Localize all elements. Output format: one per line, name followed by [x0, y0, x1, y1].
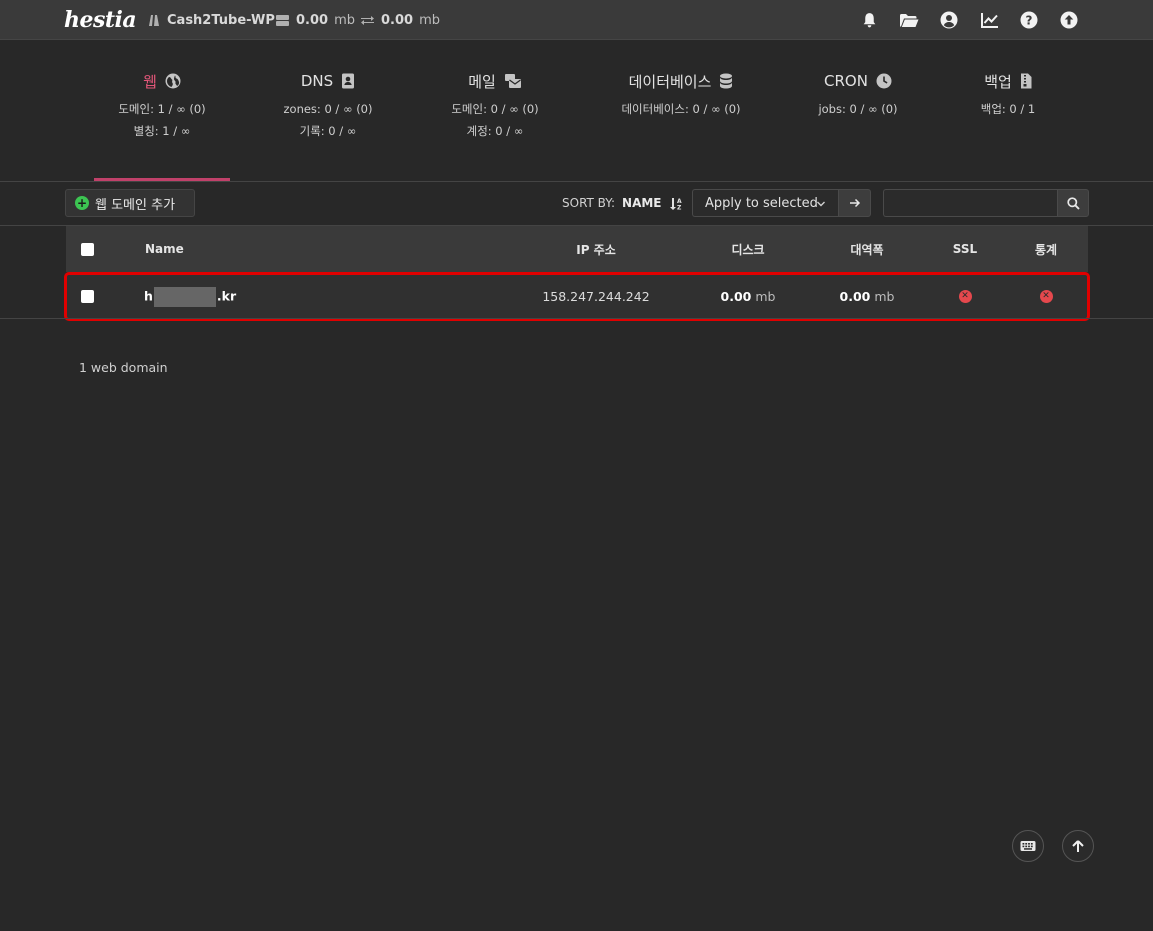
user-info[interactable]: Cash2Tube-WP — [147, 0, 275, 40]
hestia-logo[interactable]: hestia — [64, 4, 137, 36]
bandwidth-usage-value: 0.00 — [381, 12, 414, 28]
tab-database-title: 데이터베이스 — [628, 72, 712, 91]
divider — [0, 181, 1153, 182]
keyboard-icon — [1020, 841, 1036, 851]
tab-mail-domains: 도메인: 0 / ∞ (0) — [451, 102, 539, 116]
tab-dns-title: DNS — [300, 72, 334, 90]
row-disk: 0.00 mb — [688, 274, 808, 319]
svg-text:Z: Z — [677, 204, 682, 210]
tab-web-title: 웹 — [143, 72, 157, 91]
header-ip[interactable]: IP 주소 — [536, 226, 656, 272]
ssl-disabled-icon: ✕ — [958, 290, 972, 303]
globe-icon — [165, 73, 181, 89]
tab-web-domains: 도메인: 1 / ∞ (0) — [118, 102, 206, 116]
tab-backup[interactable]: 백업 백업: 0 / 1 — [940, 64, 1076, 181]
database-icon — [720, 73, 733, 89]
select-all-checkbox[interactable] — [81, 242, 94, 256]
help-icon[interactable]: ? — [1019, 10, 1039, 30]
search-input[interactable] — [883, 189, 1057, 217]
domain-name-end: .kr — [216, 288, 237, 303]
apply-button[interactable] — [838, 189, 871, 217]
tab-backup-count: 백업: 0 / 1 — [980, 102, 1036, 116]
select-all-cell — [81, 226, 94, 272]
tab-mail-title: 메일 — [468, 72, 496, 91]
clock-icon — [876, 73, 892, 89]
table-header: Name IP 주소 디스크 대역폭 SSL 통계 — [66, 226, 1088, 272]
bandwidth-usage-unit: mb — [419, 12, 440, 28]
bulk-action-select[interactable]: Apply to selected — [692, 189, 838, 217]
row-checkbox[interactable] — [81, 290, 94, 303]
tab-database-count: 데이터베이스: 0 / ∞ (0) — [621, 102, 741, 116]
username: Cash2Tube-WP — [167, 12, 275, 28]
stats-tabs: 웹 도메인: 1 / ∞ (0) 별칭: 1 / ∞ DNS zones: 0 … — [94, 64, 1062, 182]
stats-disabled-icon: ✕ — [1039, 290, 1053, 303]
disk-usage: 0.00 mb — [275, 0, 355, 40]
disk-usage-value: 0.00 — [296, 12, 329, 28]
row-bandwidth-value: 0.00 — [839, 289, 871, 304]
tab-dns-records: 기록: 0 / ∞ — [299, 124, 357, 138]
header-stats[interactable]: 통계 — [1006, 226, 1086, 272]
svg-text:?: ? — [1026, 13, 1033, 27]
file-zip-icon — [1020, 73, 1032, 89]
search-icon — [1066, 196, 1080, 210]
row-ip: 158.247.244.242 — [542, 289, 650, 304]
top-icons: ? — [859, 0, 1079, 40]
tab-backup-title: 백업 — [984, 72, 1012, 91]
tab-dns[interactable]: DNS zones: 0 / ∞ (0) 기록: 0 / ∞ — [260, 64, 396, 181]
disk-usage-unit: mb — [334, 12, 355, 28]
add-web-domain-label: 웹 도메인 추가 — [95, 197, 176, 213]
row-disk-value: 0.00 — [720, 289, 752, 304]
bandwidth-usage: 0.00 mb — [360, 0, 440, 40]
folder-icon[interactable] — [899, 10, 919, 30]
header-disk[interactable]: 디스크 — [688, 226, 808, 272]
user-icon — [149, 15, 159, 26]
row-bandwidth: 0.00 mb — [807, 274, 927, 319]
sort-label: SORT BY: — [562, 196, 616, 210]
tab-cron-title: CRON — [824, 72, 868, 90]
arrow-right-icon — [849, 198, 860, 208]
domain-link[interactable]: h .kr — [144, 274, 236, 319]
header-name[interactable]: Name — [145, 226, 184, 272]
tab-database[interactable]: 데이터베이스 데이터베이스: 0 / ∞ (0) — [613, 64, 749, 181]
tab-web-aliases: 별칭: 1 / ∞ — [133, 124, 191, 138]
row-bandwidth-unit: mb — [874, 289, 895, 304]
row-select-cell — [81, 274, 94, 319]
scroll-top-button[interactable] — [1062, 830, 1094, 862]
tab-web[interactable]: 웹 도메인: 1 / ∞ (0) 별칭: 1 / ∞ — [94, 64, 230, 182]
keyboard-shortcuts-button[interactable] — [1012, 830, 1044, 862]
address-book-icon — [342, 73, 355, 89]
chart-line-icon[interactable] — [979, 10, 999, 30]
domain-name-start: h — [144, 288, 153, 303]
divider — [0, 318, 1153, 319]
arrow-up-circle-icon[interactable] — [1059, 10, 1079, 30]
domain-count: 1 web domain — [79, 360, 168, 375]
sort-alpha-icon: AZ — [669, 197, 682, 210]
tab-mail[interactable]: 메일 도메인: 0 / ∞ (0) 계정: 0 / ∞ — [427, 64, 563, 181]
header-ssl[interactable]: SSL — [925, 226, 1005, 272]
sort-value: NAME — [622, 196, 662, 210]
sort-control[interactable]: SORT BY: NAME AZ — [562, 189, 683, 217]
add-web-domain-button[interactable]: + 웹 도메인 추가 — [65, 189, 195, 217]
row-stats: ✕ — [1006, 274, 1086, 319]
bell-icon[interactable] — [859, 10, 879, 30]
row-ssl: ✕ — [925, 274, 1005, 319]
header-bandwidth[interactable]: 대역폭 — [807, 226, 927, 272]
user-circle-icon[interactable] — [939, 10, 959, 30]
tab-mail-accounts: 계정: 0 / ∞ — [466, 124, 524, 138]
chevron-down-icon — [817, 201, 825, 207]
bulk-action-label: Apply to selected — [705, 195, 818, 211]
redacted-block — [153, 286, 216, 307]
tab-dns-zones: zones: 0 / ∞ (0) — [283, 102, 373, 116]
exchange-icon — [361, 15, 374, 25]
row-disk-unit: mb — [755, 289, 776, 304]
search-button[interactable] — [1057, 189, 1089, 217]
hdd-icon — [276, 14, 289, 26]
mail-bulk-icon — [504, 74, 521, 88]
top-bar: hestia Cash2Tube-WP 0.00 mb 0.00 mb ? — [0, 0, 1153, 40]
tab-cron-jobs: jobs: 0 / ∞ (0) — [818, 102, 898, 116]
plus-circle-icon: + — [75, 196, 89, 210]
arrow-up-icon — [1072, 839, 1084, 852]
table-row[interactable]: h .kr 158.247.244.242 0.00 mb 0.00 mb ✕ ✕ — [64, 272, 1090, 321]
tab-cron[interactable]: CRON jobs: 0 / ∞ (0) — [790, 64, 926, 181]
